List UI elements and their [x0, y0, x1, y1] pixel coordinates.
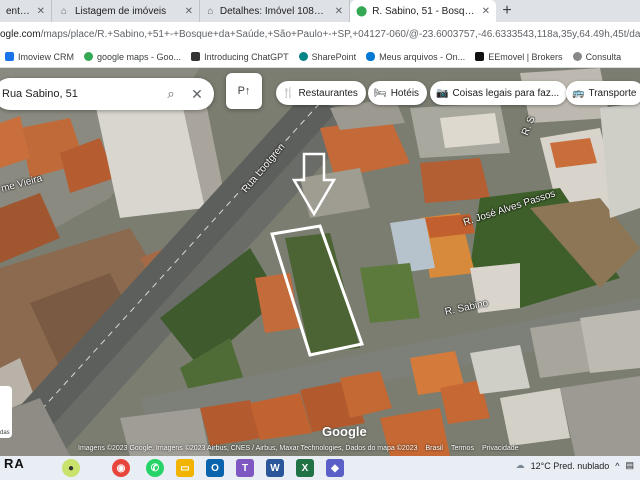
chip-transit[interactable]: 🚌 Transporte [566, 81, 640, 105]
tab-detalhes[interactable]: ⌂ Detalhes: Imóvel 108143 / Venda ✕ [200, 0, 350, 22]
url-path: /maps/place/R.+Sabino,+51+-+Bosque+da+Sa… [40, 28, 640, 40]
close-icon[interactable]: ✕ [31, 6, 45, 17]
chrome-icon[interactable]: ◉ [112, 459, 130, 477]
bookmark-label: EEmovel | Brokers [488, 51, 563, 62]
bookmark-label: Imoview CRM [18, 51, 75, 62]
url-text[interactable]: ogle.com/maps/place/R.+Sabino,+51+-+Bosq… [0, 29, 640, 40]
bookmark-sharepoint[interactable]: SharePoint [294, 52, 362, 62]
bookmark-chatgpt[interactable]: Introducing ChatGPT [186, 52, 294, 62]
search-box[interactable]: Rua Sabino, 51 ⌕ ✕ [0, 78, 214, 110]
privacy-link[interactable]: Privacidade [482, 445, 519, 456]
chip-label: Coisas legais para faz... [452, 87, 560, 99]
bookmark-label: Introducing ChatGPT [204, 51, 289, 62]
bookmark-onedrive[interactable]: Meus arquivos - On... [361, 52, 470, 62]
layers-toggle[interactable]: das [0, 386, 12, 438]
map-attribution: Imagens ©2023 Google, Imagens ©2023 Airb… [78, 445, 519, 456]
search-icon[interactable]: ⌕ [162, 86, 180, 102]
bookmark-label: SharePoint [311, 51, 357, 62]
system-tray: ☁ 12°C Pred. nublado ^ ▤ [516, 460, 634, 471]
google-logo: Google [322, 424, 367, 439]
tab-label: Listagem de imóveis [75, 5, 167, 17]
whatsapp-icon[interactable]: ✆ [146, 459, 164, 477]
chatgpt-icon [191, 52, 201, 61]
brand-logo: RA [4, 456, 25, 471]
bookmark-google-maps[interactable]: google maps - Goo... [79, 52, 186, 62]
tennis-icon[interactable]: ● [62, 459, 80, 477]
url-domain: ogle.com [0, 28, 41, 40]
screen: entrada ✕ ⌂ Listagem de imóveis ✕ ⌂ Deta… [0, 0, 640, 480]
app-icon[interactable]: ◆ [326, 459, 344, 477]
tab-label: entrada [6, 5, 31, 17]
chip-restaurants[interactable]: 🍴 Restaurantes [276, 81, 366, 105]
home-icon: ⌂ [207, 5, 214, 17]
close-icon[interactable]: ✕ [476, 6, 490, 17]
tab-listagem[interactable]: ⌂ Listagem de imóveis ✕ [52, 0, 200, 22]
chip-things-to-do[interactable]: 📷 Coisas legais para faz... [430, 81, 568, 105]
camera-icon: 📷 [436, 87, 449, 99]
chip-label: Restaurantes [298, 87, 358, 99]
attribution-text: Imagens ©2023 Google, Imagens ©2023 Airb… [78, 445, 418, 452]
close-icon[interactable]: ✕ [329, 6, 343, 17]
address-bar[interactable]: ogle.com/maps/place/R.+Sabino,+51+-+Bosq… [0, 22, 640, 46]
aerial-imagery [0, 68, 640, 456]
transit-icon: 🚌 [572, 87, 585, 99]
maps-pin-icon [84, 52, 94, 61]
directions-label: P↑ [237, 85, 251, 97]
bookmark-imoview[interactable]: Imoview CRM [0, 52, 79, 62]
chip-label: Hotéis [390, 87, 420, 99]
search-input[interactable]: Rua Sabino, 51 [2, 88, 162, 100]
bookmark-label: Meus arquivos - On... [379, 51, 466, 62]
maps-pin-icon: ⬤ [356, 5, 368, 17]
network-icon[interactable]: ▤ [625, 460, 634, 471]
cloud-icon [366, 52, 376, 61]
satellite-map[interactable]: Rua Lootgren R. José Alves Passos R. Sab… [0, 68, 640, 456]
tab-label: R. Sabino, 51 - Bosque da Saúde [372, 5, 476, 17]
taskbar: RA ● ◉ ✆ ▭ O T W X ◆ ☁ 12°C Pred. nublad… [0, 456, 640, 480]
restaurant-icon: 🍴 [282, 87, 295, 99]
excel-icon[interactable]: X [296, 459, 314, 477]
new-tab-button[interactable]: + [496, 0, 518, 22]
folder-icon[interactable]: ▭ [176, 459, 194, 477]
bookmark-label: Consulta [585, 51, 622, 62]
bookmark-eemovel[interactable]: EEmovel | Brokers [470, 52, 567, 62]
tab-maps[interactable]: ⬤ R. Sabino, 51 - Bosque da Saúde ✕ [350, 0, 496, 22]
close-icon[interactable]: ✕ [188, 86, 206, 103]
chip-hotels[interactable]: 🛏 Hotéis [368, 81, 428, 105]
tab-label: Detalhes: Imóvel 108143 / Venda [219, 5, 329, 17]
chevron-up-icon[interactable]: ^ [615, 461, 619, 471]
home-icon: ⌂ [60, 5, 68, 17]
hotel-icon: 🛏 [374, 87, 387, 99]
sharepoint-icon [298, 52, 308, 61]
bookmark-label: google maps - Goo... [97, 51, 182, 62]
tab-strip: entrada ✕ ⌂ Listagem de imóveis ✕ ⌂ Deta… [0, 0, 640, 22]
region-link[interactable]: Brasil [425, 445, 443, 456]
chip-label: Transporte [588, 87, 637, 99]
bookmark-consulta[interactable]: Consulta [568, 52, 627, 62]
globe-icon [572, 52, 582, 61]
tab-inbox[interactable]: entrada ✕ [0, 0, 52, 22]
directions-button[interactable]: P↑ [226, 73, 262, 109]
teams-icon[interactable]: T [236, 459, 254, 477]
close-icon[interactable]: ✕ [179, 6, 193, 17]
layers-label: das [0, 430, 10, 436]
bookmark-icon [5, 52, 14, 61]
bookmarks-bar: Imoview CRM google maps - Goo... Introdu… [0, 46, 640, 68]
word-icon[interactable]: W [266, 459, 284, 477]
weather-text[interactable]: 12°C Pred. nublado [531, 461, 610, 471]
eemovel-icon [475, 52, 485, 61]
outlook-icon[interactable]: O [206, 459, 224, 477]
weather-icon: ☁ [515, 460, 525, 470]
terms-link[interactable]: Termos [451, 445, 474, 456]
